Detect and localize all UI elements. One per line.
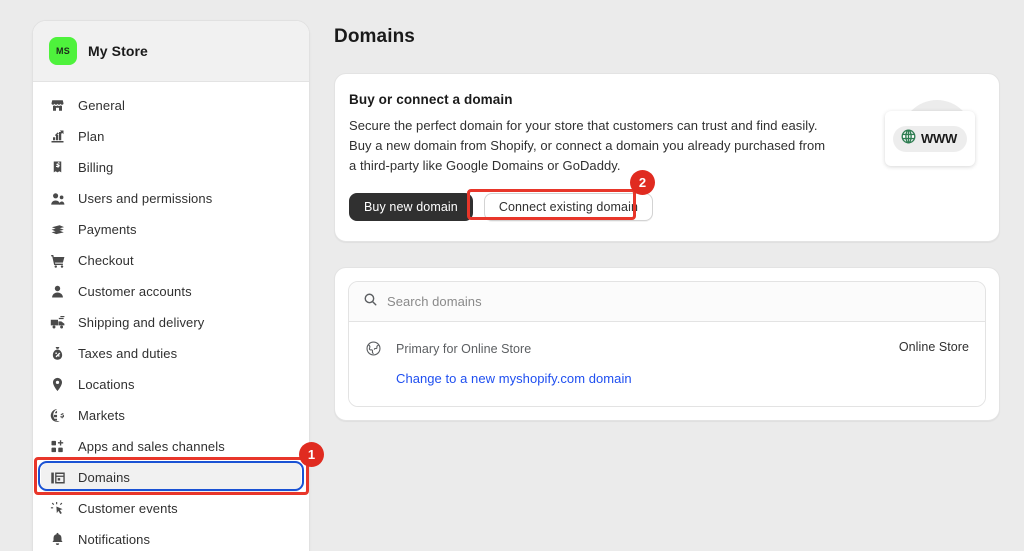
sidebar-item-label: Shipping and delivery [78, 315, 205, 330]
store-icon [49, 97, 66, 114]
sidebar-item-apps-and-sales-channels[interactable]: Apps and sales channels [41, 431, 301, 462]
location-pin-icon [49, 376, 66, 393]
sidebar-item-payments[interactable]: Payments [41, 214, 301, 245]
cart-icon [49, 252, 66, 269]
domain-subtitle: Primary for Online Store [396, 342, 532, 356]
store-name: My Store [88, 43, 148, 59]
domain-target-label: Online Store [898, 340, 969, 354]
sidebar-item-label: Checkout [78, 253, 134, 268]
connect-existing-domain-button[interactable]: Connect existing domain [483, 193, 654, 221]
page-title: Domains [334, 26, 415, 47]
globe-icon [900, 128, 917, 150]
sidebar-item-label: Locations [78, 377, 135, 392]
search-icon [363, 292, 378, 312]
apps-grid-icon [49, 438, 66, 455]
receipt-icon [49, 159, 66, 176]
search-input[interactable] [387, 294, 971, 309]
sidebar-item-locations[interactable]: Locations [41, 369, 301, 400]
annotation-badge-1: 1 [299, 442, 324, 467]
sidebar-item-domains[interactable]: Domains [41, 462, 301, 493]
domain-list-item: Primary for Online Store Change to a new… [349, 322, 985, 406]
globe-currency-icon [49, 407, 66, 424]
sidebar-item-notifications[interactable]: Notifications [41, 524, 301, 551]
sidebar-item-shipping-and-delivery[interactable]: Shipping and delivery [41, 307, 301, 338]
buy-or-connect-card: Buy or connect a domain Secure the perfe… [334, 73, 1000, 242]
app-root: MS My Store General Plan Billing Users a… [0, 0, 1024, 551]
truck-icon [49, 314, 66, 331]
store-switcher[interactable]: MS My Store [33, 21, 309, 82]
sidebar-nav: General Plan Billing Users and permissio… [33, 82, 309, 551]
sidebar-item-general[interactable]: General [41, 90, 301, 121]
click-events-icon [49, 500, 66, 517]
chart-growth-icon [49, 128, 66, 145]
sidebar-item-markets[interactable]: Markets [41, 400, 301, 431]
buy-new-domain-button[interactable]: Buy new domain [349, 193, 473, 221]
illustration-address-bar: WWW [893, 125, 967, 152]
card-description: Secure the perfect domain for your store… [349, 118, 826, 173]
sidebar-item-customer-accounts[interactable]: Customer accounts [41, 276, 301, 307]
sidebar-item-plan[interactable]: Plan [41, 121, 301, 152]
search-domains-bar[interactable] [349, 282, 985, 322]
person-icon [49, 283, 66, 300]
domain-window-icon [49, 469, 66, 486]
globe-icon [365, 338, 383, 388]
sidebar-item-label: Customer events [78, 501, 178, 516]
card-actions: Buy new domain Connect existing domain [349, 193, 979, 221]
sidebar-item-label: Markets [78, 408, 125, 423]
sidebar-item-label: Domains [78, 470, 130, 485]
sidebar-item-label: Payments [78, 222, 137, 237]
users-icon [49, 190, 66, 207]
change-myshopify-domain-link[interactable]: Change to a new myshopify.com domain [396, 371, 632, 386]
sidebar-item-label: General [78, 98, 125, 113]
sidebar-item-billing[interactable]: Billing [41, 152, 301, 183]
illustration-card: WWW [885, 111, 975, 166]
sidebar-item-label: Notifications [78, 532, 151, 547]
sidebar-item-customer-events[interactable]: Customer events [41, 493, 301, 524]
annotation-badge-2: 2 [630, 170, 655, 195]
sidebar: MS My Store General Plan Billing Users a… [32, 20, 310, 551]
sidebar-item-taxes-and-duties[interactable]: Taxes and duties [41, 338, 301, 369]
bell-icon [49, 531, 66, 548]
sidebar-item-checkout[interactable]: Checkout [41, 245, 301, 276]
sidebar-item-users-and-permissions[interactable]: Users and permissions [41, 183, 301, 214]
sidebar-item-label: Users and permissions [78, 191, 213, 206]
sidebar-item-label: Plan [78, 129, 105, 144]
illustration-label: WWW [921, 131, 957, 146]
sidebar-item-label: Apps and sales channels [78, 439, 225, 454]
sidebar-item-label: Customer accounts [78, 284, 192, 299]
money-bag-icon [49, 345, 66, 362]
domains-list-card: Primary for Online Store Change to a new… [334, 267, 1000, 421]
main-content: Domains Buy or connect a domain Secure t… [334, 0, 1024, 551]
sidebar-item-label: Billing [78, 160, 114, 175]
www-illustration: WWW [885, 100, 981, 166]
sidebar-item-label: Taxes and duties [78, 346, 178, 361]
payment-card-icon [49, 221, 66, 238]
avatar: MS [49, 37, 77, 65]
